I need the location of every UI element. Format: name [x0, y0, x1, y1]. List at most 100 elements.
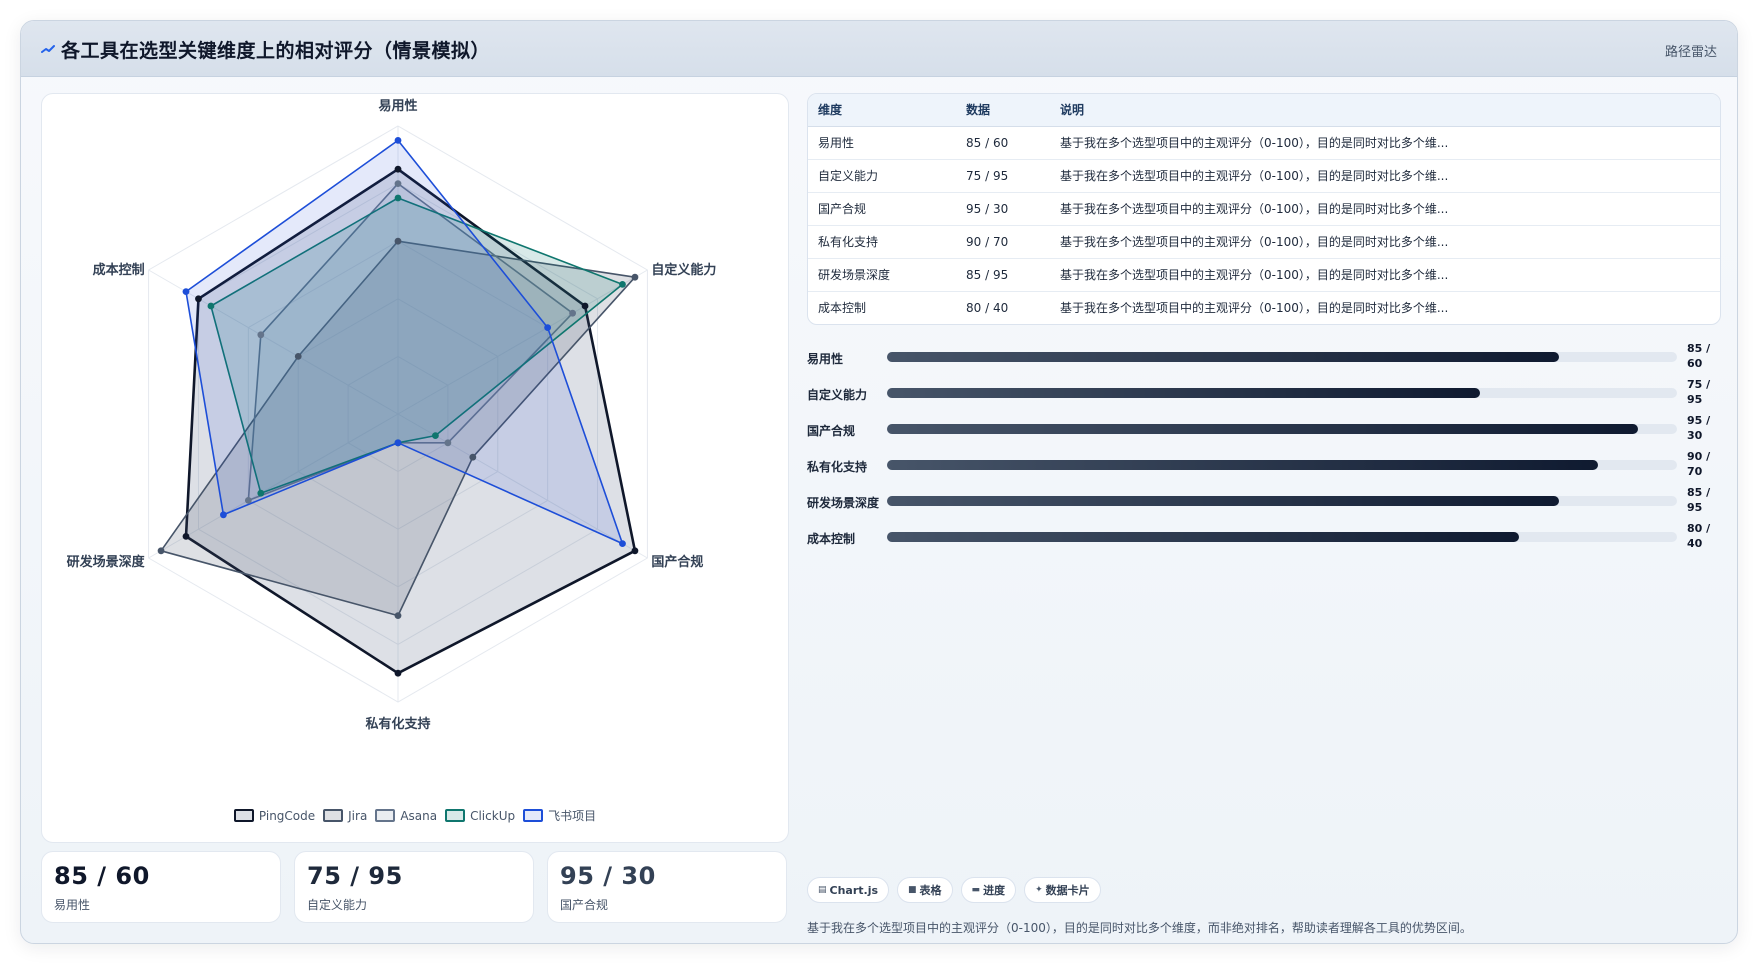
chip-chart-js[interactable]: ▤ Chart.js — [807, 877, 890, 903]
page-title: 各工具在选型关键维度上的相对评分（情景模拟） — [61, 40, 491, 62]
cell-dimension: 研发场景深度 — [808, 258, 956, 292]
data-point — [469, 453, 477, 461]
data-point — [544, 324, 552, 331]
progress-value: 85 / 95 — [1687, 486, 1711, 514]
progress-row: 私有化支持 90 / 70 — [807, 447, 1721, 483]
data-table: 维度 数据 说明 易用性 85 / 60 基于我在多个选型项目中的主观评分（0-10… — [807, 93, 1721, 325]
kpi-card: 95 / 30 国产合规 — [547, 851, 787, 923]
kpi-label: 自定义能力 — [307, 898, 368, 912]
chip-label: 数据卡片 — [1045, 884, 1090, 897]
radar-chart-panel: 易用性 自定义能力 国产合规 私有化支持 研发场景深度 成本控制 PingCode Jira… — [41, 93, 789, 843]
legend-item[interactable]: ClickUp — [445, 809, 515, 823]
cell-note: 基于我在多个选型项目中的主观评分（0-100），目的是同时对比多个维... — [1050, 159, 1720, 193]
data-point — [394, 439, 402, 447]
data-point — [581, 302, 589, 310]
data-point — [394, 180, 402, 187]
legend-swatch — [233, 809, 254, 822]
progress-value: 80 / 40 — [1687, 522, 1711, 550]
legend-item[interactable]: Asana — [375, 809, 437, 823]
kpi-label: 易用性 — [54, 898, 91, 912]
data-point — [631, 273, 639, 281]
table-row[interactable]: 易用性 85 / 60 基于我在多个选型项目中的主观评分（0-100），目的是同时对… — [808, 126, 1720, 160]
cell-data: 75 / 95 — [956, 159, 1050, 193]
cell-dimension: 自定义能力 — [808, 159, 956, 193]
kpi-label: 国产合规 — [560, 898, 609, 912]
legend-swatch — [445, 809, 466, 822]
data-point — [619, 281, 626, 288]
data-point — [182, 288, 190, 295]
progress-row: 研发场景深度 85 / 95 — [807, 483, 1721, 519]
cell-note: 基于我在多个选型项目中的主观评分（0-100），目的是同时对比多个维... — [1050, 192, 1720, 226]
data-point — [619, 540, 626, 547]
data-point — [244, 497, 252, 504]
view-chips: ▤ Chart.js ■ 表格 ▬ 进度 ✦ 数据卡片 — [807, 877, 1109, 903]
legend-swatch — [375, 809, 396, 822]
cell-dimension: 国产合规 — [808, 192, 956, 226]
table-row[interactable]: 自定义能力 75 / 95 基于我在多个选型项目中的主观评分（0-100），目的是同… — [808, 159, 1720, 193]
legend-label: ClickUp — [470, 808, 516, 823]
data-point — [257, 489, 265, 497]
progress-label: 私有化支持 — [807, 460, 868, 474]
card-header: 各工具在选型关键维度上的相对评分（情景模拟） 路径雷达 — [21, 21, 1737, 77]
data-point — [207, 302, 215, 310]
kpi-card: 75 / 95 自定义能力 — [294, 851, 534, 923]
column-header-note[interactable]: 说明 — [1050, 94, 1720, 127]
data-point — [220, 511, 227, 519]
axis-label: 私有化支持 — [365, 716, 430, 732]
legend-label: 飞书项目 — [548, 809, 597, 823]
legend-item[interactable]: Jira — [323, 809, 367, 823]
data-point — [182, 533, 190, 540]
trend-icon — [41, 45, 55, 53]
chip-表格[interactable]: ■ 表格 — [897, 877, 953, 903]
data-point — [631, 547, 639, 555]
data-point — [195, 295, 202, 303]
chip-数据卡片[interactable]: ✦ 数据卡片 — [1024, 877, 1101, 903]
cell-note: 基于我在多个选型项目中的主观评分（0-100），目的是同时对比多个维... — [1060, 301, 1449, 316]
chart-mode-tag[interactable]: 路径雷达 — [1665, 41, 1717, 60]
cell-dimension: 易用性 — [808, 126, 956, 160]
progress-track — [887, 532, 1677, 542]
cell-dimension: 私有化支持 — [808, 225, 956, 259]
progress-row: 自定义能力 75 / 95 — [807, 375, 1721, 411]
chip-label: 进度 — [983, 884, 1006, 897]
table-row[interactable]: 成本控制 80 / 40 基于我在多个选型项目中的主观评分（0-100），目的是同时… — [808, 291, 1720, 324]
cell-data: 85 / 60 — [956, 126, 1050, 160]
progress-track — [887, 352, 1677, 362]
data-point — [394, 137, 402, 144]
axis-label: 成本控制 — [93, 262, 145, 278]
progress-icon: ▬ — [971, 885, 981, 895]
chart-description: 基于我在多个选型项目中的主观评分（0-100），目的是同时对比多个维度，而非绝对… — [807, 921, 1472, 935]
cell-data: 90 / 70 — [956, 225, 1050, 259]
data-point — [394, 165, 402, 173]
legend-swatch — [323, 809, 344, 822]
progress-label: 国产合规 — [807, 424, 856, 438]
data-point — [432, 432, 439, 439]
chip-label: 表格 — [919, 884, 942, 897]
progress-value: 75 / 95 — [1687, 378, 1711, 406]
legend-label: PingCode — [258, 808, 316, 823]
data-point — [569, 309, 576, 317]
cell-data: 85 / 95 — [956, 258, 1050, 292]
table-row[interactable]: 私有化支持 90 / 70 基于我在多个选型项目中的主观评分（0-100），目的是同… — [808, 225, 1720, 259]
column-header-dimension[interactable]: 维度 — [808, 94, 956, 127]
data-point — [157, 547, 165, 555]
table-row[interactable]: 研发场景深度 85 / 95 基于我在多个选型项目中的主观评分（0-100），目的是… — [808, 258, 1720, 292]
progress-track — [887, 496, 1677, 506]
cell-note: 基于我在多个选型项目中的主观评分（0-100），目的是同时对比多个维... — [1050, 225, 1720, 259]
table-row[interactable]: 国产合规 95 / 30 基于我在多个选型项目中的主观评分（0-100），目的是同时… — [808, 192, 1720, 226]
progress-fill — [887, 532, 1519, 542]
progress-label: 自定义能力 — [807, 388, 868, 402]
data-point — [444, 439, 452, 447]
chip-label: Chart.js — [829, 883, 879, 897]
axis-label: 国产合规 — [651, 554, 703, 570]
cell-note: 基于我在多个选型项目中的主观评分（0-100），目的是同时对比多个维... — [1050, 258, 1720, 292]
cell-note: 基于我在多个选型项目中的主观评分（0-100），目的是同时对比多个维... — [1050, 126, 1720, 160]
legend-item[interactable]: PingCode — [233, 808, 316, 823]
progress-value: 90 / 70 — [1687, 450, 1711, 478]
progress-label: 成本控制 — [807, 532, 856, 546]
axis-label: 自定义能力 — [651, 262, 716, 278]
radar-chart: 易用性自定义能力国产合规私有化支持 研发场景深度 成本控制 — [67, 98, 717, 732]
legend-item[interactable]: 飞书项目 — [523, 807, 596, 824]
column-header-data[interactable]: 数据 — [956, 94, 1050, 127]
chip-进度[interactable]: ▬ 进度 — [960, 877, 1017, 903]
